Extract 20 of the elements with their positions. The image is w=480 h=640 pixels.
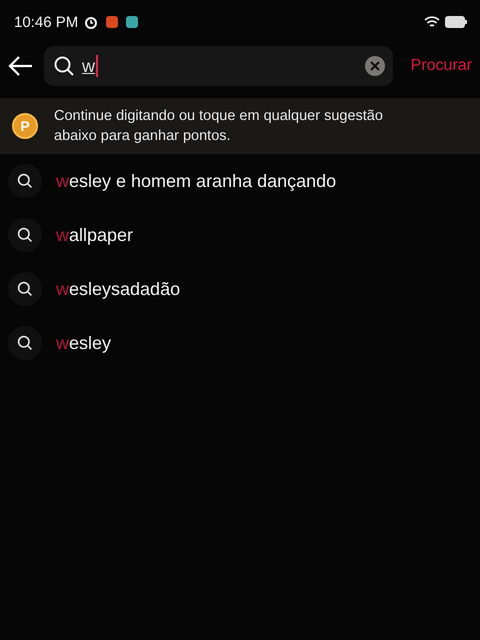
alarm-icon <box>84 15 98 29</box>
search-icon <box>8 326 42 360</box>
suggestion-item[interactable]: wesleysadadão <box>56 278 180 300</box>
search-icon <box>8 164 42 198</box>
wifi-icon <box>424 15 440 29</box>
back-arrow-icon[interactable] <box>8 55 34 77</box>
search-icon <box>54 56 74 76</box>
search-button[interactable]: Procurar <box>392 46 480 86</box>
close-icon <box>370 61 380 71</box>
suggestion-item[interactable]: wallpaper <box>56 224 134 246</box>
clear-button[interactable] <box>364 56 385 76</box>
search-icon <box>8 218 42 252</box>
suggestion-item[interactable]: wesley <box>56 332 112 354</box>
points-coin-icon: P <box>12 113 38 139</box>
suggestion-item[interactable]: wesley e homem aranha dançando <box>56 170 336 192</box>
points-hint-text: Continue digitando ou toque em qualquer sugestão abaixo para ganhar pontos. <box>54 107 384 146</box>
search-icon <box>8 272 42 306</box>
status-time: 10:46 PM <box>14 14 78 30</box>
battery-icon <box>444 15 468 29</box>
search-field[interactable]: w <box>44 46 393 86</box>
